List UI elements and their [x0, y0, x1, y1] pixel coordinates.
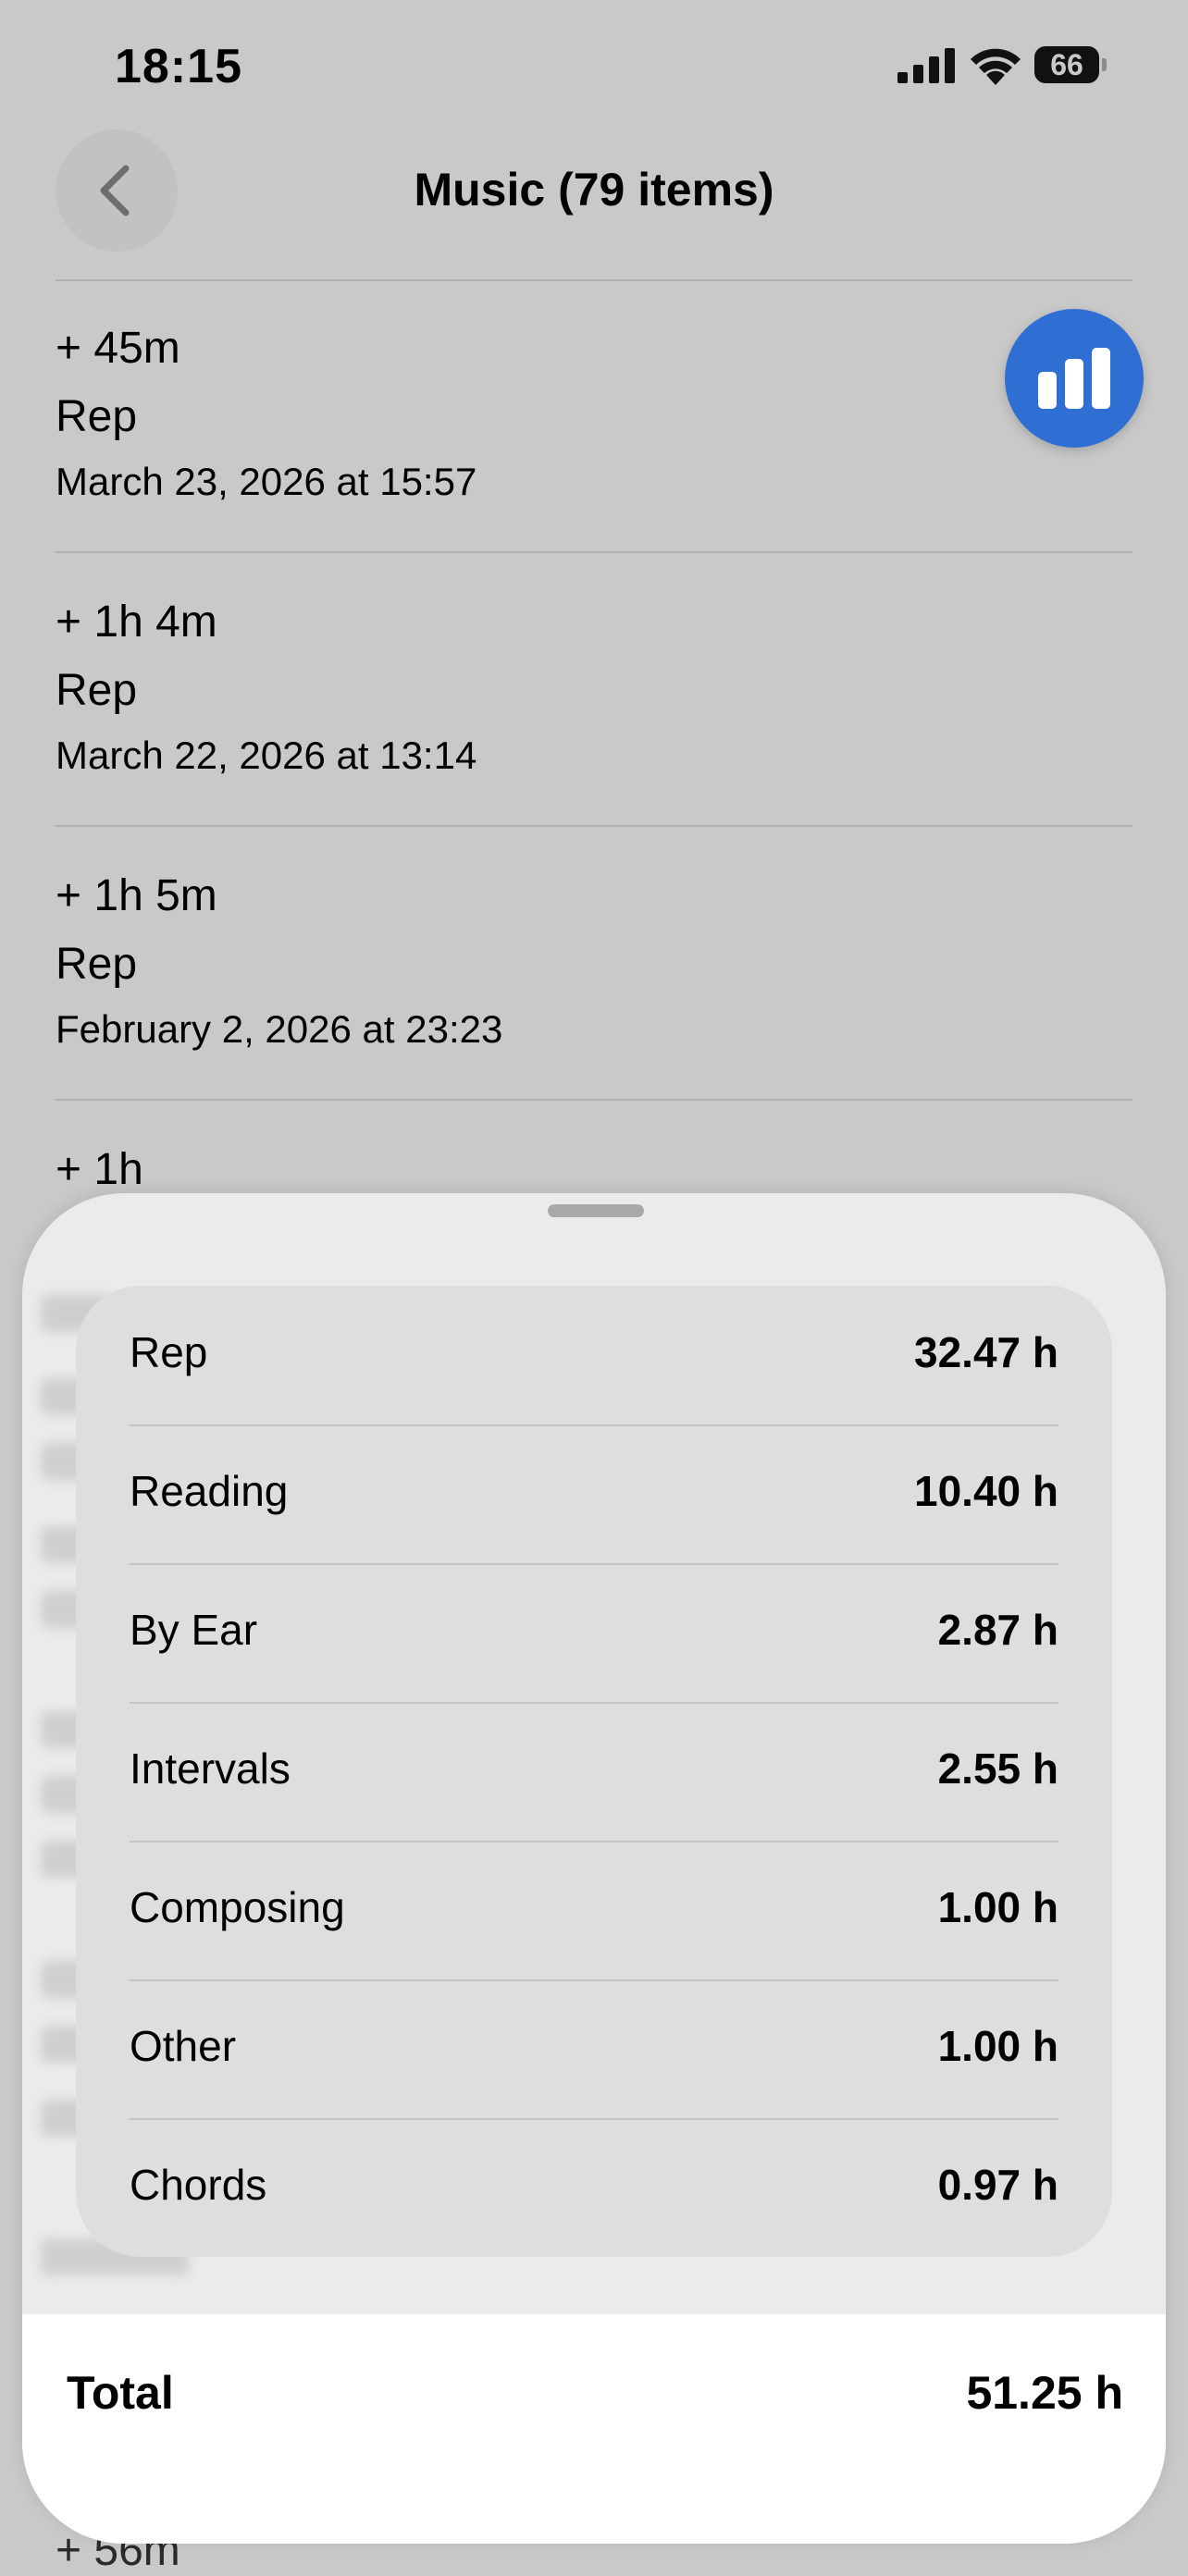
battery-icon: 66 [1034, 46, 1108, 83]
status-time: 18:15 [115, 40, 242, 93]
category-hours: 0.97 h [937, 2161, 1058, 2209]
wifi-icon [971, 48, 1021, 85]
entry-amount: + 45m [56, 324, 180, 373]
entry-date: March 22, 2026 at 13:14 [56, 733, 477, 777]
category-hours: 10.40 h [914, 1467, 1058, 1515]
category-totals-card: Rep 32.47 h Reading 10.40 h By Ear 2.87 … [76, 1286, 1112, 2257]
category-row-chords: Chords 0.97 h [130, 2118, 1058, 2257]
summary-sheet: Rep 32.47 h Reading 10.40 h By Ear 2.87 … [22, 1193, 1166, 2544]
category-label: By Ear [130, 1606, 258, 1654]
total-bar: Total 51.25 h [22, 2314, 1166, 2544]
divider [56, 1099, 1132, 1101]
category-label: Reading [130, 1467, 289, 1515]
category-row-other: Other 1.00 h [130, 1979, 1058, 2118]
category-label: Composing [130, 1883, 345, 1931]
category-hours: 2.55 h [937, 1744, 1058, 1793]
category-hours: 1.00 h [937, 2022, 1058, 2070]
cellular-signal-icon [897, 48, 955, 83]
category-row-intervals: Intervals 2.55 h [130, 1702, 1058, 1841]
category-label: Intervals [130, 1744, 291, 1793]
navigation-bar: Music (79 items) [0, 129, 1188, 281]
category-hours: 2.87 h [937, 1606, 1058, 1654]
entry-date: March 23, 2026 at 15:57 [56, 460, 477, 503]
category-hours: 1.00 h [937, 1883, 1058, 1931]
list-item[interactable]: + 1h 4m Rep March 22, 2026 at 13:14 [56, 596, 1132, 779]
sheet-grabber[interactable] [548, 1204, 644, 1217]
divider [56, 279, 1132, 281]
total-label: Total [67, 2367, 174, 2419]
category-row-composing: Composing 1.00 h [130, 1841, 1058, 1979]
entry-amount: + 1h 5m [56, 871, 217, 920]
divider [56, 825, 1132, 827]
battery-level: 66 [1050, 48, 1083, 81]
list-item[interactable]: + 1h 5m Rep February 2, 2026 at 23:23 [56, 869, 1132, 1053]
bar-chart-icon [1038, 348, 1110, 409]
status-bar: 18:15 66 [0, 0, 1188, 129]
entry-category: Rep [56, 940, 138, 989]
entry-category: Rep [56, 392, 138, 441]
category-row-reading: Reading 10.40 h [130, 1424, 1058, 1563]
entry-date: February 2, 2026 at 23:23 [56, 1007, 503, 1051]
category-row-by-ear: By Ear 2.87 h [130, 1563, 1058, 1702]
stats-button[interactable] [1005, 309, 1144, 448]
total-value: 51.25 h [966, 2367, 1123, 2419]
page-title: Music (79 items) [414, 164, 774, 216]
category-label: Other [130, 2022, 237, 2070]
list-item[interactable]: + 45m Rep March 23, 2026 at 15:57 [56, 322, 1132, 505]
entry-amount: + 1h 4m [56, 598, 217, 647]
category-row-rep: Rep 32.47 h [130, 1286, 1058, 1424]
entry-category: Rep [56, 666, 138, 715]
divider [56, 551, 1132, 553]
category-label: Chords [130, 2161, 267, 2209]
category-hours: 32.47 h [914, 1328, 1058, 1376]
category-label: Rep [130, 1328, 208, 1376]
